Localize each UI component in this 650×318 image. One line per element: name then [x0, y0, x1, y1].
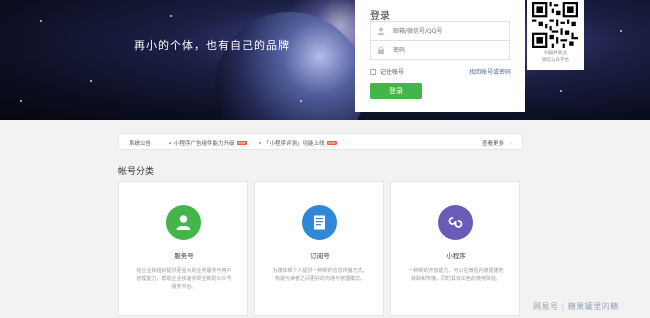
miniprogram-icon: [448, 217, 463, 228]
mini-program-card[interactable]: 小程序 一种新的开放能力，可以在微信内被便捷地获取和传播，同时具有出色的使用体验…: [390, 181, 520, 316]
remember-account[interactable]: 记住帐号: [370, 67, 404, 76]
person-icon: [176, 215, 191, 230]
bullet-icon: [169, 142, 171, 144]
lock-icon: [377, 46, 385, 54]
star: [560, 90, 562, 92]
star: [300, 100, 302, 102]
system-notice-bar: 系统公告 小程序广告组件能力升级 new 「小程序评测」功能上线 new 查看更…: [118, 133, 523, 150]
password-input[interactable]: [393, 44, 505, 56]
qr-caption-1: 扫描并关注: [544, 51, 567, 56]
remember-label: 记住帐号: [380, 69, 405, 76]
card-name: 订阅号: [310, 252, 330, 260]
star: [90, 80, 92, 82]
login-panel: 登录 记住帐号 找回帐号或密码 登录: [355, 0, 525, 112]
watermark: 网易号 | 糖果罐里的糖: [533, 301, 619, 312]
watermark-author: 糖果罐里的糖: [567, 302, 619, 311]
star: [620, 30, 622, 32]
account-category-title: 帐号分类: [118, 167, 155, 177]
notice-item[interactable]: 小程序广告组件能力升级 new: [169, 139, 247, 147]
bullet-icon: [259, 142, 261, 144]
star: [170, 15, 172, 17]
remember-checkbox[interactable]: [370, 68, 376, 75]
card-name: 服务号: [174, 252, 194, 260]
account-field[interactable]: [370, 21, 510, 41]
notice-label: 系统公告: [129, 141, 152, 147]
login-button[interactable]: 登录: [370, 83, 422, 99]
user-icon: [377, 27, 385, 35]
card-desc: 为媒体和个人提供一种新的信息传播方式，构建与读者之间更好的沟通与管理模式。: [272, 268, 368, 282]
login-title: 登录: [370, 11, 390, 22]
service-account-card[interactable]: 服务号 给企业和组织提供更强大的业务服务与用户管理能力，帮助企业快速实现全新的公…: [118, 181, 248, 316]
account-input[interactable]: [393, 25, 505, 37]
service-account-icon-circle: [166, 205, 201, 240]
card-desc: 给企业和组织提供更强大的业务服务与用户管理能力，帮助企业快速实现全新的公众号服务…: [136, 268, 232, 290]
document-icon: [314, 215, 325, 230]
qr-code-icon: [532, 2, 578, 48]
notice-item[interactable]: 「小程序评测」功能上线 new: [259, 139, 337, 147]
password-field[interactable]: [370, 40, 510, 60]
forgot-password-link[interactable]: 找回帐号或密码: [469, 67, 511, 76]
new-badge: new: [236, 141, 247, 145]
card-name: 小程序: [446, 252, 466, 260]
star: [20, 100, 22, 102]
view-more-label[interactable]: 查看更多: [482, 141, 504, 147]
notice-item-text[interactable]: 「小程序评测」功能上线: [264, 139, 325, 147]
subscription-account-icon-circle: [302, 205, 337, 240]
chevron-right-icon: ›: [509, 141, 512, 147]
notice-item-text[interactable]: 小程序广告组件能力升级: [174, 139, 235, 147]
watermark-separator: |: [561, 302, 565, 311]
mini-program-icon-circle: [438, 205, 473, 240]
view-more-link[interactable]: 查看更多 ›: [482, 139, 512, 147]
qr-panel: 扫描并关注 微信公众平台: [527, 0, 584, 70]
subscription-account-card[interactable]: 订阅号 为媒体和个人提供一种新的信息传播方式，构建与读者之间更好的沟通与管理模式…: [254, 181, 384, 316]
star: [40, 20, 42, 22]
watermark-source: 网易号: [533, 302, 559, 311]
qr-caption-2: 微信公众平台: [542, 58, 569, 63]
banner-slogan: 再小的个体，也有自己的品牌: [134, 39, 290, 52]
card-desc: 一种新的开放能力，可以在微信内被便捷地获取和传播，同时具有出色的使用体验。: [408, 268, 504, 282]
new-badge: new: [326, 141, 337, 145]
